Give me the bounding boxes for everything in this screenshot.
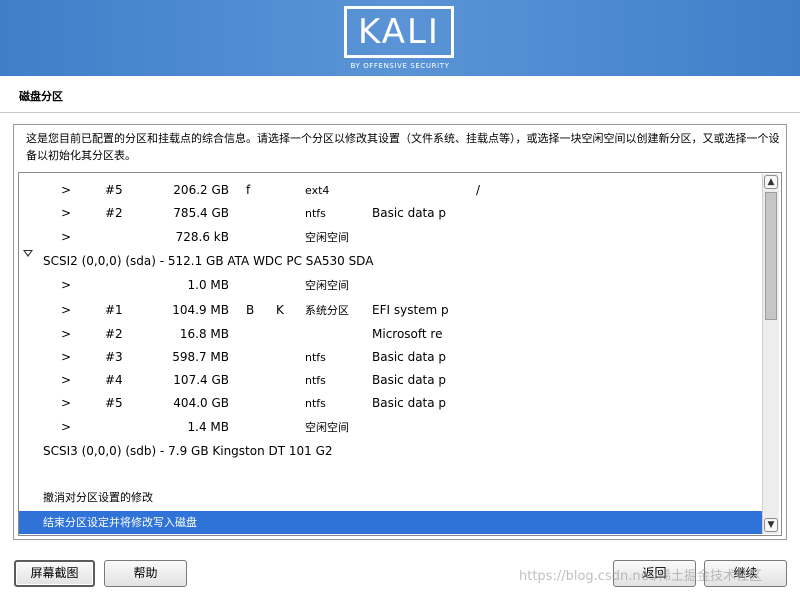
undo-changes-label: 撤消对分区设置的修改 (43, 491, 153, 504)
page-title: 磁盘分区 (19, 90, 63, 103)
logo-subtext: BY OFFENSIVE SECURITY (350, 62, 450, 70)
expand-arrow: > (61, 373, 72, 387)
partition-filesystem: 空闲空间 (305, 231, 349, 244)
finish-partitioning-item[interactable]: 结束分区设定并将修改写入磁盘 (19, 511, 762, 534)
partition-filesystem: 空闲空间 (305, 279, 349, 292)
partition-number: #5 (105, 183, 123, 197)
partition-list[interactable]: > #5 206.2 GB f ext4 / > #2 785.4 GB ntf… (18, 172, 782, 536)
scroll-up-icon[interactable]: ▲ (764, 175, 778, 189)
expand-arrow: > (61, 420, 72, 434)
partition-number: #1 (105, 303, 123, 317)
help-button[interactable]: 帮助 (104, 560, 187, 587)
partition-row[interactable]: > #2 785.4 GB ntfs Basic data p (19, 202, 762, 225)
partition-mountpoint: / (476, 183, 481, 197)
partition-name: Microsoft re (372, 327, 443, 341)
title-divider (0, 112, 800, 113)
logo-text: KALI (358, 12, 440, 52)
collapse-triangle-icon[interactable] (23, 250, 33, 257)
finish-partitioning-label: 结束分区设定并将修改写入磁盘 (43, 516, 197, 529)
disk-row-sda[interactable]: SCSI2 (0,0,0) (sda) - 512.1 GB ATA WDC P… (19, 250, 762, 273)
partition-filesystem: ext4 (305, 184, 330, 197)
partition-number: #5 (105, 396, 123, 410)
partition-name: EFI system p (372, 303, 449, 317)
expand-arrow: > (61, 230, 72, 244)
description-text: 这是您目前已配置的分区和挂载点的综合信息。请选择一个分区以修改其设置（文件系统、… (26, 132, 780, 162)
partition-row[interactable]: > #1 104.9 MB B K 系统分区 EFI system p (19, 299, 762, 322)
disk-row-sdb[interactable]: SCSI3 (0,0,0) (sdb) - 7.9 GB Kingston DT… (19, 440, 762, 463)
partition-name: Basic data p (372, 350, 447, 364)
partition-size: 107.4 GB (173, 373, 229, 387)
partition-row[interactable]: > #3 598.7 MB ntfs Basic data p (19, 346, 762, 369)
partition-flag: K (276, 303, 284, 317)
expand-arrow: > (61, 303, 72, 317)
partition-size: 1.0 MB (187, 278, 229, 292)
scroll-down-icon[interactable]: ▼ (764, 518, 778, 532)
expand-arrow: > (61, 396, 72, 410)
list-scrollbar[interactable]: ▲ ▼ (762, 174, 779, 534)
partition-size: 16.8 MB (179, 327, 229, 341)
kali-logo: KALI (344, 6, 454, 58)
partition-size: 598.7 MB (172, 350, 229, 364)
partition-number: #4 (105, 373, 123, 387)
partition-filesystem: 系统分区 (305, 304, 349, 317)
expand-arrow: > (61, 183, 72, 197)
disk-label: SCSI2 (0,0,0) (sda) - 512.1 GB ATA WDC P… (43, 254, 374, 268)
screenshot-button[interactable]: 屏幕截图 (14, 560, 95, 587)
kali-header-banner: KALI BY OFFENSIVE SECURITY (0, 0, 800, 76)
expand-arrow: > (61, 327, 72, 341)
partition-filesystem: ntfs (305, 351, 326, 364)
partition-filesystem: ntfs (305, 397, 326, 410)
partition-number: #2 (105, 206, 123, 220)
expand-arrow: > (61, 278, 72, 292)
partition-size: 104.9 MB (172, 303, 229, 317)
partition-filesystem: ntfs (305, 374, 326, 387)
partition-row[interactable]: > #5 206.2 GB f ext4 / (19, 179, 762, 202)
partition-filesystem: ntfs (305, 207, 326, 220)
free-space-row[interactable]: > 1.0 MB 空闲空间 (19, 274, 762, 297)
partition-row[interactable]: > #2 16.8 MB Microsoft re (19, 323, 762, 346)
free-space-row[interactable]: > 1.4 MB 空闲空间 (19, 416, 762, 439)
partition-number: #2 (105, 327, 123, 341)
undo-changes-item[interactable]: 撤消对分区设置的修改 (19, 486, 762, 509)
partition-flag: B (246, 303, 255, 317)
partition-size: 728.6 kB (175, 230, 229, 244)
partition-size: 404.0 GB (173, 396, 229, 410)
partition-number: #3 (105, 350, 123, 364)
partition-row[interactable]: > #5 404.0 GB ntfs Basic data p (19, 392, 762, 415)
partition-name: Basic data p (372, 373, 447, 387)
disk-label: SCSI3 (0,0,0) (sdb) - 7.9 GB Kingston DT… (43, 444, 333, 458)
scrollbar-thumb[interactable] (765, 192, 777, 320)
partition-size: 1.4 MB (187, 420, 229, 434)
partition-name: Basic data p (372, 206, 447, 220)
watermark-text: https://blog.csdn.net/稀土掘金技术社区 (519, 569, 763, 584)
partition-size: 206.2 GB (173, 183, 229, 197)
free-space-row[interactable]: > 728.6 kB 空闲空间 (19, 226, 762, 249)
partition-filesystem: 空闲空间 (305, 421, 349, 434)
partition-flag: f (246, 183, 251, 197)
expand-arrow: > (61, 350, 72, 364)
partition-size: 785.4 GB (173, 206, 229, 220)
expand-arrow: > (61, 206, 72, 220)
partition-row[interactable]: > #4 107.4 GB ntfs Basic data p (19, 369, 762, 392)
partition-name: Basic data p (372, 396, 447, 410)
